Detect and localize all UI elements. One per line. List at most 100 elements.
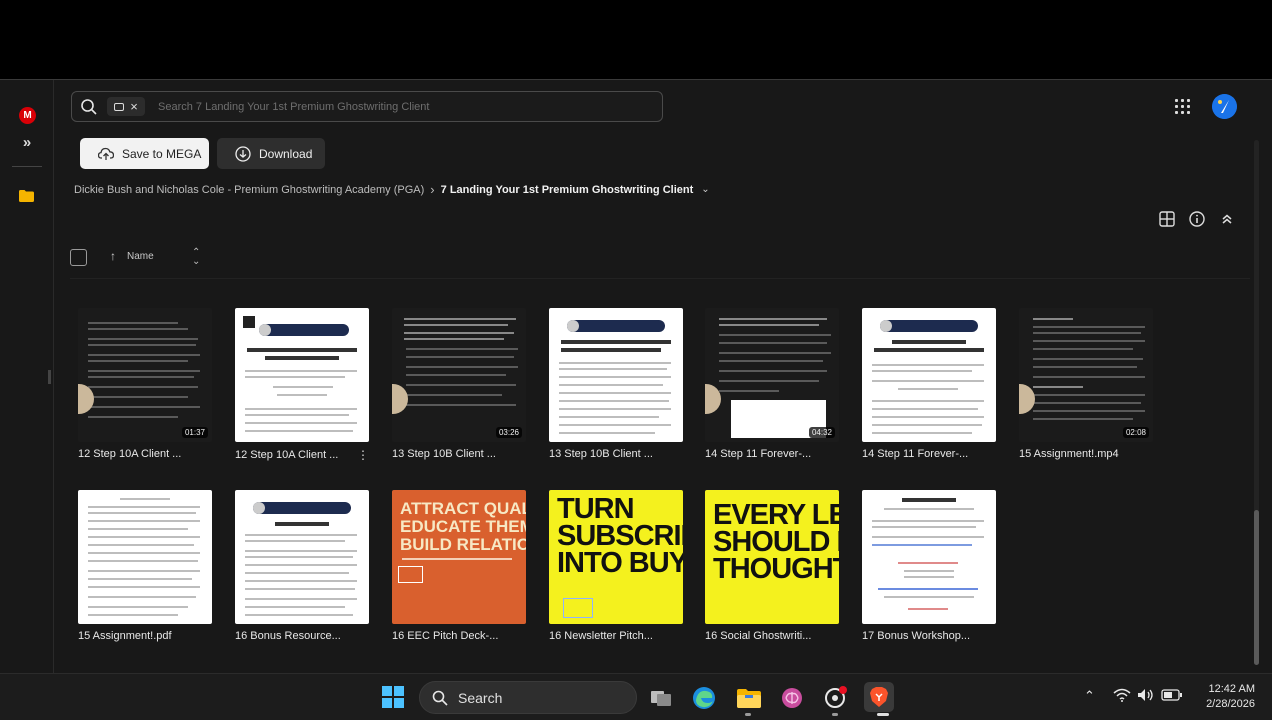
search-icon bbox=[81, 99, 97, 115]
active-indicator bbox=[745, 713, 751, 716]
file-name: 14 Step 11 Forever-... bbox=[862, 448, 969, 460]
file-tile[interactable]: 16 Bonus Resource... bbox=[235, 490, 369, 642]
pdf-thumbnail bbox=[235, 490, 369, 624]
taskbar-search[interactable]: Search bbox=[419, 681, 637, 714]
chevron-down-icon[interactable]: ⌄ bbox=[701, 184, 709, 195]
brave-browser-icon[interactable] bbox=[864, 682, 894, 712]
file-tile[interactable]: 01:37 12 Step 10A Client ... bbox=[78, 308, 212, 460]
apps-grid-icon[interactable] bbox=[1175, 99, 1190, 114]
expand-sidebar-icon[interactable]: » bbox=[19, 135, 35, 151]
sort-arrow-icon[interactable]: ↑ bbox=[110, 249, 116, 263]
download-label: Download bbox=[259, 146, 313, 161]
video-thumbnail: 04:32 bbox=[705, 308, 839, 442]
active-indicator bbox=[832, 713, 838, 716]
volume-icon[interactable] bbox=[1137, 688, 1155, 705]
black-top-band bbox=[0, 0, 1272, 79]
file-tile[interactable]: 17 Bonus Workshop... bbox=[862, 490, 996, 642]
task-view-icon[interactable] bbox=[649, 686, 673, 710]
thumbnail-headline: TURN SUBSCRIBE INTO BUYE bbox=[557, 493, 683, 579]
name-column-header[interactable]: Name bbox=[127, 251, 154, 262]
file-tile[interactable]: EVERY LEAD SHOULD BE THOUGHT LE 16 Socia… bbox=[705, 490, 839, 642]
save-to-mega-label: Save to MEGA bbox=[122, 146, 202, 161]
chatgpt-icon[interactable] bbox=[823, 686, 847, 710]
folder-scope-icon bbox=[114, 102, 125, 111]
file-name: 12 Step 10A Client ... bbox=[235, 449, 339, 461]
video-duration-badge: 02:08 bbox=[1122, 427, 1149, 438]
active-indicator bbox=[877, 713, 889, 716]
pdf-thumbnail: TURN SUBSCRIBE INTO BUYE bbox=[549, 490, 683, 624]
file-name: 16 Newsletter Pitch... bbox=[549, 630, 653, 642]
mega-app-window: M » × Save to MEGA bbox=[0, 79, 1272, 674]
search-icon bbox=[432, 690, 448, 706]
select-all-checkbox[interactable] bbox=[70, 249, 87, 266]
collapse-icon[interactable] bbox=[1218, 210, 1236, 228]
grid-view-icon[interactable] bbox=[1158, 210, 1176, 228]
sort-toggle-icon[interactable]: ⌃ ⌄ bbox=[192, 248, 200, 267]
more-options-icon[interactable]: ⋮ bbox=[357, 448, 369, 462]
clock-date: 2/28/2026 bbox=[1206, 698, 1255, 710]
breadcrumb-parent[interactable]: Dickie Bush and Nicholas Cole - Premium … bbox=[74, 184, 424, 196]
file-name: 17 Bonus Workshop... bbox=[862, 630, 971, 642]
list-header: ↑ Name ⌃ ⌄ bbox=[70, 248, 1250, 268]
video-duration-badge: 04:32 bbox=[808, 427, 835, 438]
file-tile[interactable]: 15 Assignment!.pdf bbox=[78, 490, 212, 642]
search-bar[interactable]: × bbox=[71, 91, 663, 122]
pdf-thumbnail: ATTRACT QUALITY CUS EDUCATE THEM ON AU B… bbox=[392, 490, 526, 624]
thumbnail-headline: ATTRACT QUALITY CUS EDUCATE THEM ON AU B… bbox=[400, 499, 526, 554]
rail-divider bbox=[12, 166, 42, 167]
file-name: 12 Step 10A Client ... bbox=[78, 448, 182, 460]
file-tile[interactable]: 12 Step 10A Client ... ⋮ bbox=[235, 308, 369, 462]
pdf-thumbnail bbox=[235, 308, 369, 442]
folder-icon[interactable] bbox=[19, 190, 34, 202]
mega-logo-icon[interactable]: M bbox=[19, 107, 36, 124]
breadcrumb-current[interactable]: 7 Landing Your 1st Premium Ghostwriting … bbox=[441, 184, 694, 196]
file-tile[interactable]: TURN SUBSCRIBE INTO BUYE 16 Newsletter P… bbox=[549, 490, 683, 642]
avatar[interactable] bbox=[1212, 94, 1237, 119]
thumbnail-headline: EVERY LEAD SHOULD BE THOUGHT LE bbox=[713, 499, 839, 585]
file-tile[interactable]: 02:08 15 Assignment!.mp4 bbox=[1019, 308, 1153, 460]
scrollbar-thumb[interactable] bbox=[1254, 510, 1259, 665]
envelope-icon bbox=[398, 566, 423, 583]
edge-browser-icon[interactable] bbox=[692, 686, 716, 710]
file-name: 15 Assignment!.mp4 bbox=[1019, 448, 1119, 460]
file-name: 16 Social Ghostwriti... bbox=[705, 630, 812, 642]
search-input[interactable] bbox=[158, 97, 648, 117]
pdf-thumbnail: EVERY LEAD SHOULD BE THOUGHT LE bbox=[705, 490, 839, 624]
envelope-icon bbox=[563, 598, 593, 618]
pdf-thumbnail bbox=[549, 308, 683, 442]
brain-app-icon[interactable] bbox=[780, 686, 804, 710]
resize-handle[interactable] bbox=[48, 370, 51, 384]
battery-icon[interactable] bbox=[1161, 688, 1183, 705]
info-icon[interactable] bbox=[1188, 210, 1206, 228]
pdf-thumbnail bbox=[78, 490, 212, 624]
file-tile[interactable]: 14 Step 11 Forever-... bbox=[862, 308, 996, 460]
cloud-upload-icon bbox=[98, 147, 114, 160]
clock-time: 12:42 AM bbox=[1208, 683, 1255, 695]
file-grid: 01:37 12 Step 10A Client ... 12 Step 10A… bbox=[78, 308, 1168, 658]
download-icon bbox=[235, 145, 251, 162]
video-duration-badge: 03:26 bbox=[495, 427, 522, 438]
file-name: 13 Step 10B Client ... bbox=[392, 448, 496, 460]
show-hidden-icons-icon[interactable]: ⌃ bbox=[1084, 688, 1095, 704]
video-thumbnail: 02:08 bbox=[1019, 308, 1153, 442]
clear-scope-icon[interactable]: × bbox=[130, 100, 138, 113]
file-explorer-icon[interactable] bbox=[736, 686, 761, 710]
save-to-mega-button[interactable]: Save to MEGA bbox=[80, 138, 209, 169]
file-name: 15 Assignment!.pdf bbox=[78, 630, 172, 642]
file-name: 16 Bonus Resource... bbox=[235, 630, 341, 642]
windows-start-icon[interactable] bbox=[382, 686, 404, 708]
pdf-thumbnail bbox=[862, 490, 996, 624]
file-tile[interactable]: 13 Step 10B Client ... bbox=[549, 308, 683, 460]
video-duration-badge: 01:37 bbox=[181, 427, 208, 438]
file-tile[interactable]: ATTRACT QUALITY CUS EDUCATE THEM ON AU B… bbox=[392, 490, 526, 642]
search-scope-chip[interactable]: × bbox=[107, 97, 145, 116]
left-rail: M » bbox=[0, 80, 54, 674]
view-controls bbox=[1158, 210, 1236, 228]
file-tile[interactable]: 04:32 14 Step 11 Forever-... bbox=[705, 308, 839, 460]
system-clock[interactable]: 12:42 AM 2/28/2026 bbox=[1195, 682, 1255, 712]
download-button[interactable]: Download bbox=[217, 138, 325, 169]
wifi-icon[interactable] bbox=[1113, 688, 1131, 705]
video-thumbnail: 03:26 bbox=[392, 308, 526, 442]
file-name: 14 Step 11 Forever-... bbox=[705, 448, 812, 460]
file-tile[interactable]: 03:26 13 Step 10B Client ... bbox=[392, 308, 526, 460]
